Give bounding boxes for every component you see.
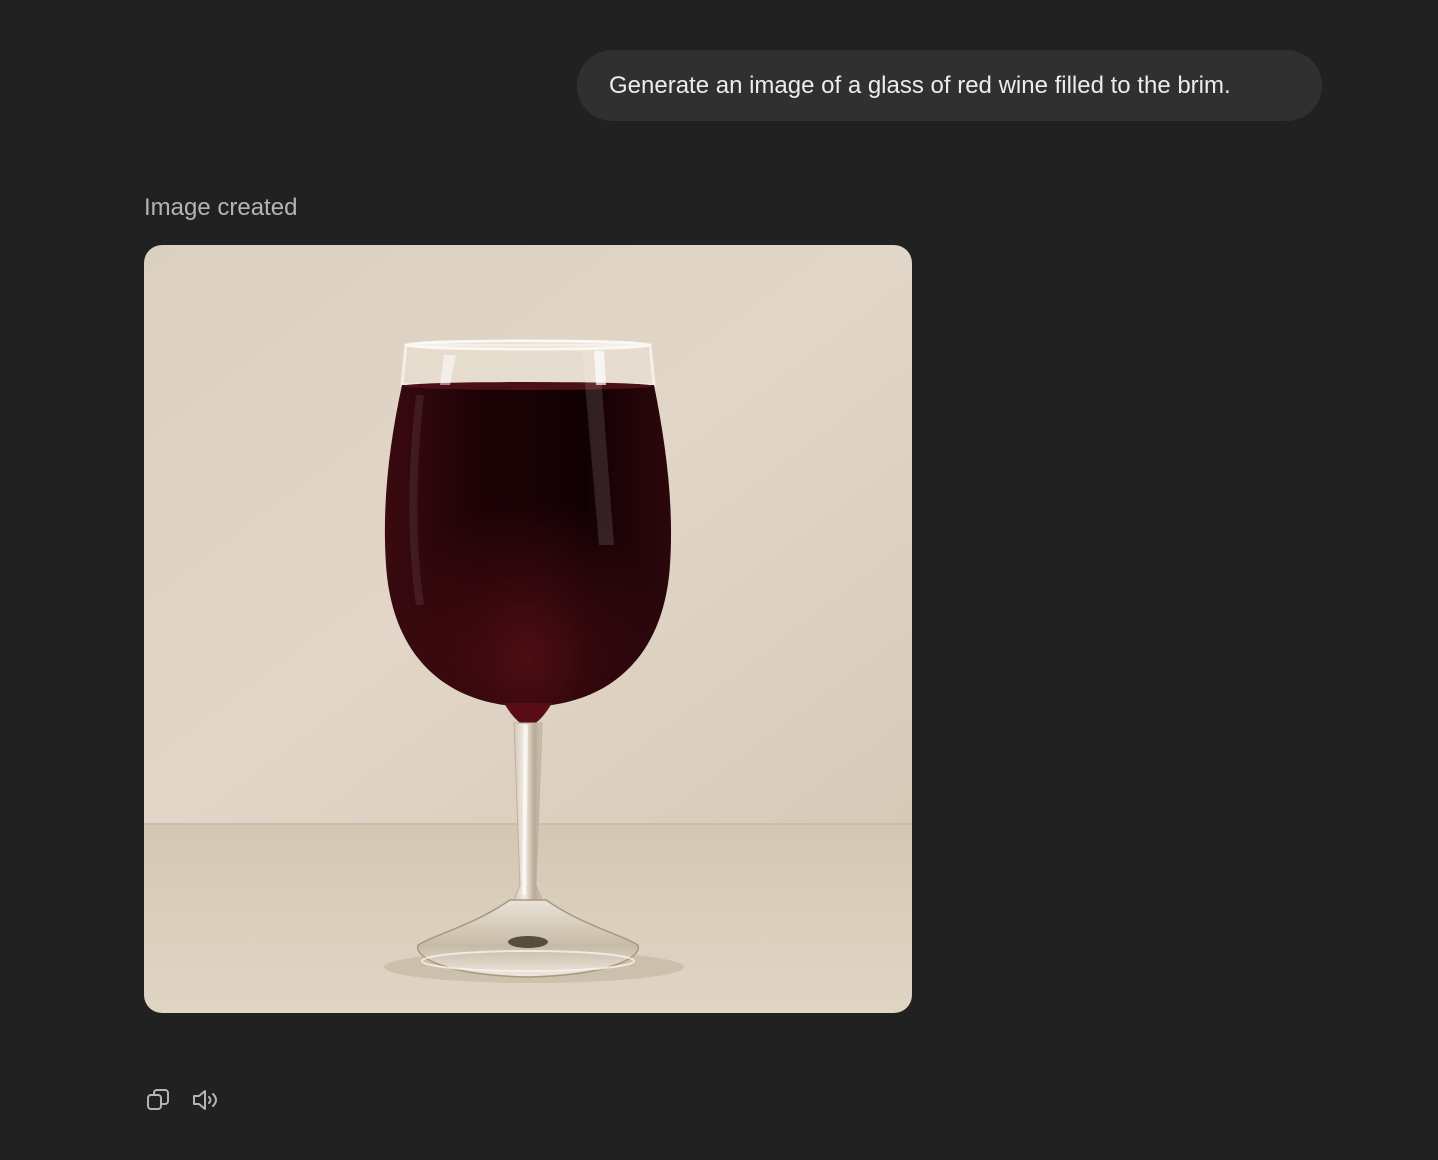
- chat-page: Generate an image of a glass of red wine…: [0, 0, 1438, 1160]
- generated-image[interactable]: [144, 245, 912, 1013]
- copy-button[interactable]: [140, 1082, 176, 1118]
- wine-glass-illustration: [144, 245, 912, 1013]
- read-aloud-button[interactable]: [188, 1082, 224, 1118]
- copy-icon: [145, 1087, 171, 1113]
- message-actions: [140, 1082, 224, 1118]
- user-message-bubble: Generate an image of a glass of red wine…: [577, 50, 1322, 121]
- image-created-label: Image created: [144, 194, 298, 221]
- speaker-icon: [191, 1087, 221, 1113]
- user-message-text: Generate an image of a glass of red wine…: [609, 72, 1231, 99]
